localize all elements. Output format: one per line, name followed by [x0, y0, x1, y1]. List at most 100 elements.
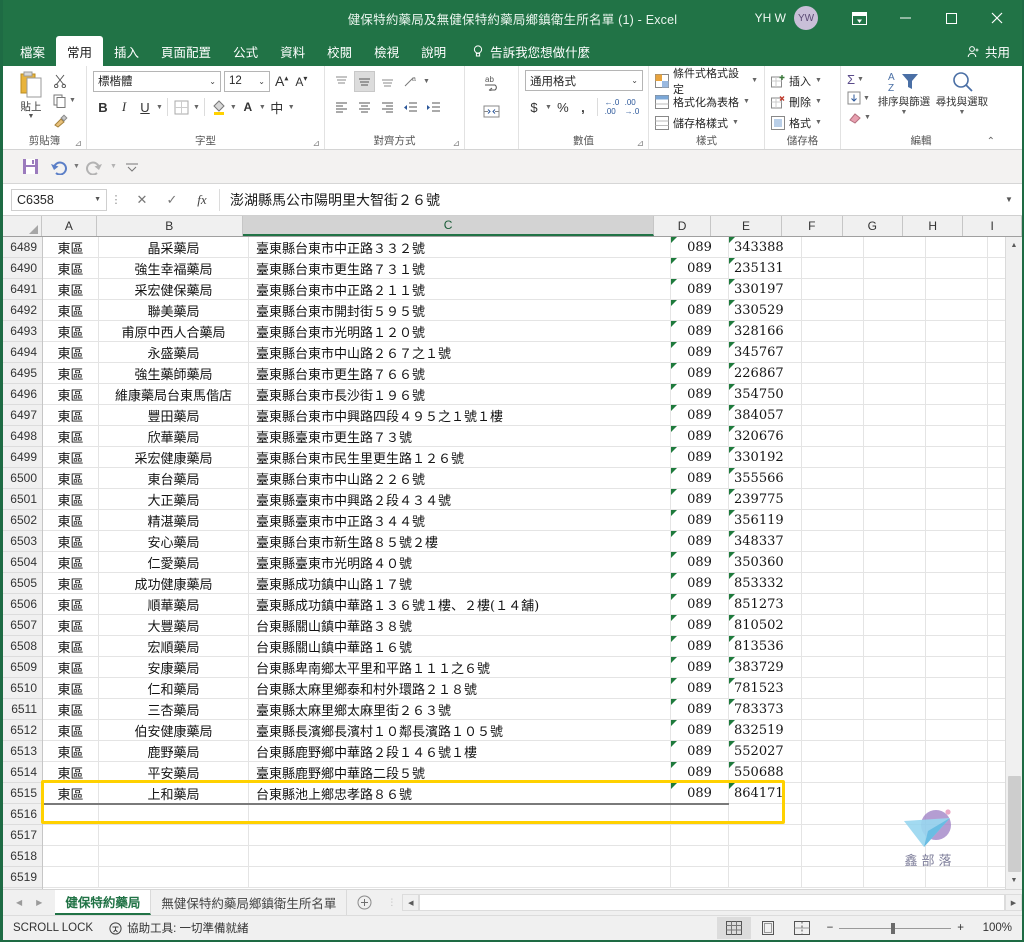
cell-b[interactable] [99, 804, 249, 824]
scroll-up-button[interactable]: ▲ [1006, 237, 1023, 254]
cell-f[interactable] [802, 342, 864, 362]
cell-g[interactable] [864, 741, 926, 761]
middle-align-button[interactable] [354, 71, 375, 92]
row-header[interactable]: 6503 [3, 531, 42, 552]
ribbon-tab-file[interactable]: 檔案 [9, 36, 56, 66]
vertical-scroll-thumb[interactable] [1008, 776, 1021, 872]
redo-icon[interactable] [82, 155, 108, 179]
cell-b[interactable]: 欣華藥局 [99, 426, 249, 446]
cell-d[interactable] [671, 846, 729, 866]
borders-button[interactable] [172, 97, 192, 118]
cell-c[interactable]: 臺東縣臺東市中興路２段４３４號 [249, 489, 671, 509]
cell-a[interactable]: 東區 [43, 258, 99, 278]
cell-g[interactable] [864, 867, 926, 887]
cell-c[interactable] [249, 804, 671, 824]
cell-d[interactable]: 089 [671, 762, 729, 782]
cell-e[interactable]: 384057 [729, 405, 802, 425]
cell-h[interactable] [926, 468, 988, 488]
cell-g[interactable] [864, 510, 926, 530]
column-header-b[interactable]: B [97, 216, 243, 236]
page-layout-view-icon[interactable] [751, 917, 785, 939]
horizontal-scrollbar[interactable]: ◀ ▶ [402, 890, 1022, 915]
row-header[interactable]: 6518 [3, 846, 42, 867]
borders-dropdown-caret[interactable]: ▼ [193, 104, 200, 111]
cell-f[interactable] [802, 804, 864, 824]
row-header[interactable]: 6495 [3, 363, 42, 384]
row-header[interactable]: 6519 [3, 867, 42, 888]
chevron-down-icon[interactable]: ⌄ [209, 77, 216, 86]
row-header[interactable]: 6517 [3, 825, 42, 846]
ribbon-display-options-icon[interactable] [836, 0, 882, 36]
table-row[interactable]: 東區精湛藥局臺東縣臺東市中正路３４４號089356119 [43, 510, 1022, 531]
hscroll-right-button[interactable]: ▶ [1005, 894, 1022, 911]
cell-h[interactable] [926, 636, 988, 656]
cell-f[interactable] [802, 762, 864, 782]
row-header[interactable]: 6492 [3, 300, 42, 321]
column-header-f[interactable]: F [782, 216, 842, 236]
cell-b[interactable]: 豐田藥局 [99, 405, 249, 425]
cell-a[interactable]: 東區 [43, 573, 99, 593]
cell-e[interactable]: 853332 [729, 573, 802, 593]
cell-c[interactable]: 臺東縣台東市新生路８５號２樓 [249, 531, 671, 551]
top-align-button[interactable] [331, 71, 352, 92]
account-name[interactable]: YH W [747, 11, 794, 25]
cell-h[interactable] [926, 699, 988, 719]
cell-g[interactable] [864, 594, 926, 614]
cell-e[interactable] [729, 846, 802, 866]
cell-a[interactable]: 東區 [43, 552, 99, 572]
table-row[interactable]: 東區仁和藥局台東縣太麻里鄉泰和村外環路２１８號089781523 [43, 678, 1022, 699]
share-button[interactable]: 共用 [967, 36, 1022, 66]
font-dialog-launcher[interactable]: ⊿ [312, 135, 320, 151]
cell-e[interactable] [729, 867, 802, 887]
table-row[interactable]: 東區強生幸福藥局臺東縣台東市更生路７３１號089235131 [43, 258, 1022, 279]
cell-e[interactable]: 350360 [729, 552, 802, 572]
cell-d[interactable]: 089 [671, 552, 729, 572]
cell-a[interactable]: 東區 [43, 468, 99, 488]
font-size-combo[interactable]: 12 ⌄ [224, 71, 270, 92]
cell-g[interactable] [864, 636, 926, 656]
table-row[interactable]: 東區成功健康藥局臺東縣成功鎮中山路１７號089853332 [43, 573, 1022, 594]
horizontal-scroll-track[interactable] [419, 894, 1005, 911]
clipboard-dialog-launcher[interactable]: ⊿ [74, 135, 82, 151]
cell-d[interactable]: 089 [671, 489, 729, 509]
row-header[interactable]: 6509 [3, 657, 42, 678]
cell-e[interactable]: 552027 [729, 741, 802, 761]
cell-f[interactable] [802, 426, 864, 446]
cell-a[interactable] [43, 825, 99, 845]
cell-b[interactable]: 鹿野藥局 [99, 741, 249, 761]
select-all-corner[interactable] [3, 216, 42, 236]
cell-b[interactable]: 上和藥局 [99, 783, 249, 803]
cell-f[interactable] [802, 615, 864, 635]
alignment-dialog-launcher[interactable]: ⊿ [452, 135, 460, 151]
vertical-scrollbar[interactable]: ▲ ▼ [1005, 237, 1022, 889]
cell-f[interactable] [802, 363, 864, 383]
cell-g[interactable] [864, 258, 926, 278]
cell-f[interactable] [802, 468, 864, 488]
cell-b[interactable]: 晶采藥局 [99, 237, 249, 257]
cell-c[interactable]: 臺東縣臺東市中正路３４４號 [249, 510, 671, 530]
row-header[interactable]: 6496 [3, 384, 42, 405]
align-left-button[interactable] [331, 97, 352, 118]
zoom-thumb[interactable] [891, 923, 895, 934]
cell-g[interactable] [864, 657, 926, 677]
cell-b[interactable] [99, 867, 249, 887]
cell-c[interactable]: 台東縣關山鎮中華路３８號 [249, 615, 671, 635]
cell-f[interactable] [802, 867, 864, 887]
table-row[interactable]: 東區欣華藥局臺東縣臺東市更生路７３號089320676 [43, 426, 1022, 447]
table-row[interactable]: 東區平安藥局臺東縣鹿野鄉中華路二段５號089550688 [43, 762, 1022, 783]
cell-a[interactable]: 東區 [43, 720, 99, 740]
cell-d[interactable]: 089 [671, 783, 729, 803]
cell-d[interactable]: 089 [671, 678, 729, 698]
cell-b[interactable]: 仁和藥局 [99, 678, 249, 698]
cell-c[interactable]: 台東縣鹿野鄉中華路２段１４６號１樓 [249, 741, 671, 761]
table-row[interactable]: 東區強生藥師藥局臺東縣台東市更生路７６６號089226867 [43, 363, 1022, 384]
cell-e[interactable]: 354750 [729, 384, 802, 404]
merge-center-button[interactable] [481, 101, 502, 122]
cell-h[interactable] [926, 762, 988, 782]
cell-e[interactable]: 864171 [729, 783, 802, 803]
vertical-scroll-track[interactable] [1006, 254, 1023, 872]
cell-f[interactable] [802, 636, 864, 656]
cell-a[interactable]: 東區 [43, 426, 99, 446]
cell-d[interactable]: 089 [671, 405, 729, 425]
fill-color-button[interactable] [209, 97, 229, 118]
